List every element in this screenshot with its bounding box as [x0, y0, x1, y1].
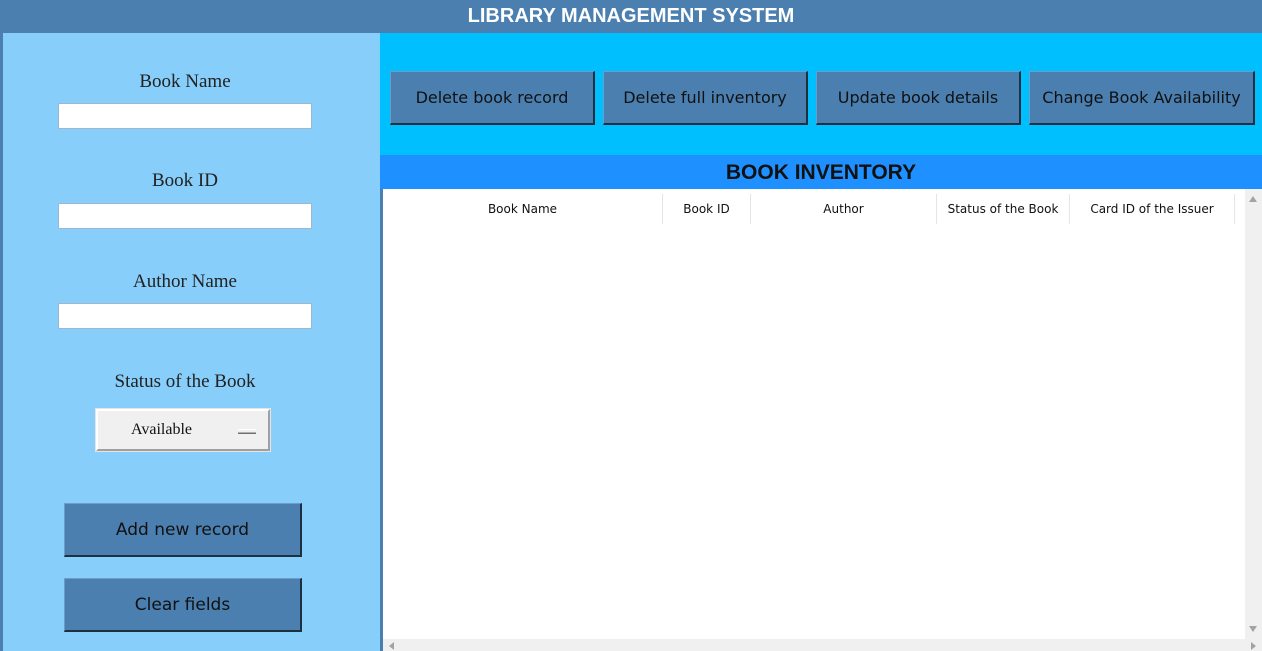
delete-record-button[interactable]: Delete book record — [390, 71, 595, 125]
horizontal-scrollbar[interactable] — [383, 639, 1245, 651]
scrollbar-corner — [1245, 639, 1262, 651]
column-header-book-name[interactable]: Book Name — [383, 194, 663, 224]
book-id-label: Book ID — [152, 170, 218, 191]
column-header-card-id[interactable]: Card ID of the Issuer — [1070, 194, 1235, 224]
status-label: Status of the Book — [114, 371, 256, 392]
column-header-book-id[interactable]: Book ID — [663, 194, 751, 224]
inventory-title: BOOK INVENTORY — [380, 155, 1262, 189]
book-name-input[interactable] — [58, 103, 312, 129]
option-menu-indicator-icon — [238, 429, 256, 434]
vertical-scrollbar[interactable] — [1245, 189, 1262, 639]
scroll-down-arrow-icon[interactable] — [1249, 626, 1257, 632]
book-name-label: Book Name — [139, 71, 231, 92]
status-dropdown[interactable]: Available — [95, 408, 271, 452]
table-header: Book Name Book ID Author Status of the B… — [383, 194, 1245, 224]
scroll-left-arrow-icon[interactable] — [389, 642, 394, 650]
delete-inventory-button[interactable]: Delete full inventory — [603, 71, 808, 125]
book-form-panel: Book Name Book ID Author Name Status of … — [3, 33, 380, 651]
status-selected-value: Available — [131, 421, 193, 438]
author-name-input[interactable] — [58, 303, 312, 329]
action-toolbar: Delete book record Delete full inventory… — [380, 33, 1262, 155]
add-record-button[interactable]: Add new record — [64, 503, 302, 557]
scroll-right-arrow-icon[interactable] — [1251, 642, 1256, 650]
app-title: LIBRARY MANAGEMENT SYSTEM — [0, 0, 1262, 33]
clear-fields-button[interactable]: Clear fields — [64, 578, 302, 632]
change-availability-button[interactable]: Change Book Availability — [1029, 71, 1255, 125]
update-details-button[interactable]: Update book details — [816, 71, 1021, 125]
column-header-author[interactable]: Author — [751, 194, 937, 224]
author-name-label: Author Name — [133, 271, 237, 292]
inventory-table[interactable]: Book Name Book ID Author Status of the B… — [383, 189, 1262, 651]
book-id-input[interactable] — [58, 203, 312, 229]
column-header-status[interactable]: Status of the Book — [937, 194, 1070, 224]
scroll-up-arrow-icon[interactable] — [1249, 196, 1257, 202]
